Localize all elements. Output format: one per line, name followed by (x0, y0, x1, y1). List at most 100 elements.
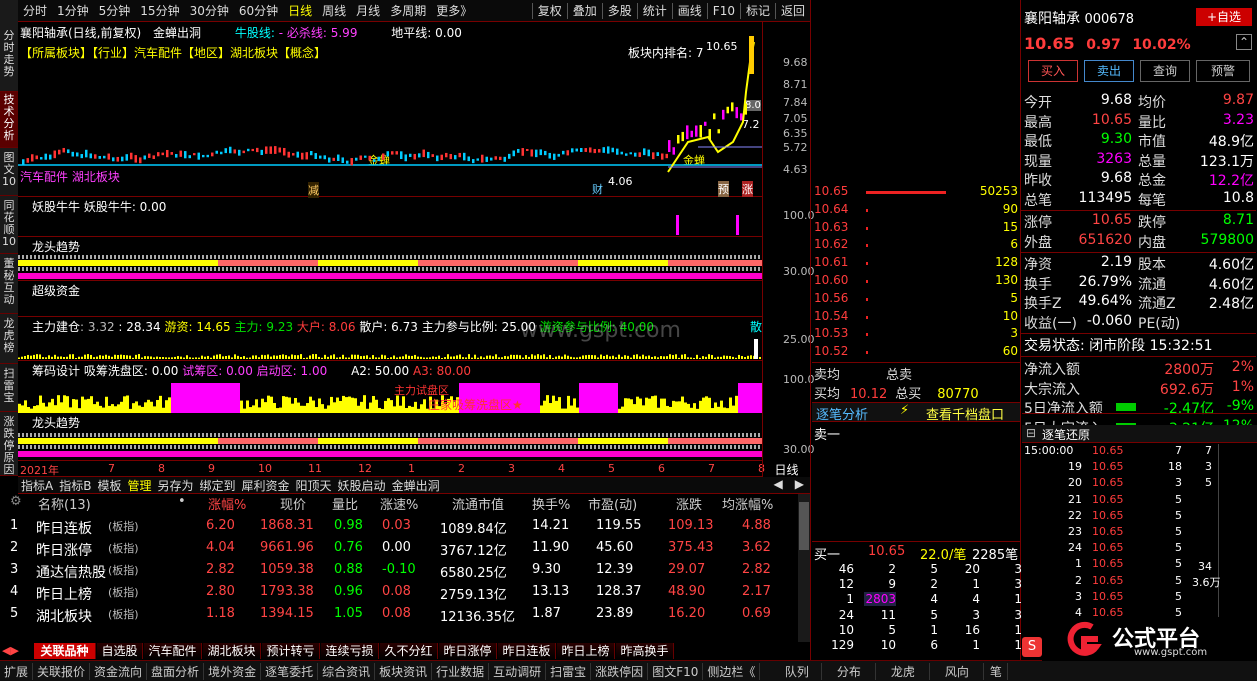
table-row[interactable]: 4 昨日上榜 (板指) 2.80 1793.38 0.96 0.08 2759.13亿 13.1… (0, 582, 798, 604)
tab-left-icon[interactable]: ◀▶ (2, 644, 19, 657)
status-hudong[interactable]: 互动调研 (489, 662, 547, 680)
table-row[interactable]: 5 湖北板块 (板指) 1.18 1394.15 1.05 0.08 12136.35亿 1.8… (0, 604, 798, 626)
panel-yaogu[interactable]: 妖股牛牛 妖股牛牛: 0.00 (18, 197, 762, 237)
ask-row[interactable]: 10.65 50253 (812, 184, 1020, 201)
status-saolei[interactable]: 扫雷宝 (546, 662, 592, 680)
bottom-tab[interactable]: 汽车配件 (144, 643, 202, 659)
panel-longtou-1[interactable]: 龙头趋势 (18, 237, 762, 281)
menu-daily[interactable]: 日线 (283, 2, 317, 19)
ask-row[interactable]: 10.56 5 (812, 291, 1020, 308)
status-guanlian[interactable]: 关联报价 (33, 662, 91, 680)
query-button[interactable]: 查询 (1140, 60, 1190, 82)
col-zhangdie[interactable]: 涨跌 (676, 494, 702, 513)
status-hangye[interactable]: 行业数据 (432, 662, 490, 680)
tool-saveas[interactable]: 另存为 (154, 477, 196, 493)
buy-button[interactable]: 买入 (1028, 60, 1078, 82)
ask-row[interactable]: 10.52 60 (812, 344, 1020, 361)
col-shiying[interactable]: 市盈(动) (588, 494, 637, 513)
col-huanshou[interactable]: 换手% (532, 494, 570, 513)
tool-b[interactable]: 指标B (56, 477, 94, 493)
col-liangbi[interactable]: 量比 (332, 494, 358, 513)
period-indicator[interactable]: 日线 (762, 461, 810, 477)
tool-yangding[interactable]: 阳顶天 (293, 477, 335, 493)
kline-panel[interactable]: 襄阳轴承(日线,前复权) 金蝉出洞 牛股线: - 必杀线: 5.99 地平线: … (18, 22, 762, 198)
collapse-square-icon[interactable]: ⊟ (1026, 426, 1036, 440)
bottom-tab[interactable]: 湖北板块 (203, 643, 261, 659)
menu-multi[interactable]: 多周期 (385, 2, 431, 19)
status-zonghe[interactable]: 综合资讯 (318, 662, 376, 680)
tool-template[interactable]: 模板 (94, 477, 124, 493)
ask-row[interactable]: 10.60 130 (812, 273, 1020, 290)
menu-tongji[interactable]: 统计 (638, 2, 672, 19)
menu-huaxian[interactable]: 画线 (673, 2, 707, 19)
menu-60min[interactable]: 60分钟 (234, 2, 283, 19)
bottom-tab[interactable]: 昨日涨停 (439, 643, 497, 659)
left-arrow-icon[interactable]: ◀ (768, 477, 789, 493)
col-junzhangfu[interactable]: 均涨幅% (722, 494, 773, 513)
panel-chouma[interactable]: 筹码设计 吸筹洗盘区: 0.00 试筹区: 0.00 启动区: 1.00 A2:… (18, 361, 762, 413)
menu-more[interactable]: 更多》 (431, 2, 477, 19)
tool-manage[interactable]: 管理 (124, 477, 154, 493)
sidetab-zhangdie[interactable]: 涨跌停原因 (0, 412, 18, 476)
qiandang-link[interactable]: 查看千档盘口 (926, 404, 1004, 423)
menu-fenshi[interactable]: 分时 (18, 2, 52, 19)
tool-yaogu[interactable]: 妖股启动 (335, 477, 389, 493)
table-scrollbar[interactable] (798, 494, 810, 642)
status-duilie[interactable]: 队列 (772, 662, 823, 680)
status-bi[interactable]: 笔 (984, 662, 1009, 680)
menu-diejia[interactable]: 叠加 (568, 2, 602, 19)
menu-fanhui[interactable]: 返回 (776, 2, 810, 19)
bottom-tab[interactable]: 昨高换手 (616, 643, 674, 659)
status-kuozhan[interactable]: 扩展 (0, 662, 34, 680)
tool-bind[interactable]: 绑定到 (197, 477, 239, 493)
col-zhangsu[interactable]: 涨速% (380, 494, 418, 513)
bottom-tab[interactable]: 预计转亏 (262, 643, 320, 659)
menu-1min[interactable]: 1分钟 (52, 2, 94, 19)
status-f10[interactable]: 图文F10 (648, 662, 704, 680)
sidetab-fenshi[interactable]: 分时走势 (0, 0, 18, 92)
table-row[interactable]: 3 通达信热股 (板指) 2.82 1059.38 0.88 -0.10 6580.25亿 9.… (0, 560, 798, 582)
col-price[interactable]: 现价 (280, 494, 306, 513)
menu-duogu[interactable]: 多股 (603, 2, 637, 19)
tool-a[interactable]: 指标A (18, 477, 56, 493)
col-shizhi[interactable]: 流通市值 (452, 494, 504, 513)
bottom-tab[interactable]: 关联品种 (34, 643, 96, 659)
collapse-icon[interactable]: ⌃ (1236, 34, 1252, 50)
menu-f10[interactable]: F10 (708, 4, 740, 18)
ask-row[interactable]: 10.61 128 (812, 255, 1020, 272)
menu-15min[interactable]: 15分钟 (135, 2, 184, 19)
col-name[interactable]: 名称(13) (38, 494, 91, 513)
bottom-tab[interactable]: 自选股 (97, 643, 143, 659)
ask-row[interactable]: 10.63 15 (812, 220, 1020, 237)
sidetab-jishu[interactable]: 技术分析 (0, 92, 18, 148)
sidetab-tuwen[interactable]: 图文10 (0, 148, 18, 196)
status-zhangting[interactable]: 涨跌停因 (591, 662, 649, 680)
menu-biaoji[interactable]: 标记 (741, 2, 775, 19)
zhubi-fenxi-link[interactable]: 逐笔分析 (816, 404, 868, 423)
col-zhangfu[interactable]: 涨幅% (208, 494, 246, 513)
sidetab-longhu[interactable]: 龙虎榜 (0, 314, 18, 364)
bottom-tab[interactable]: 久不分红 (380, 643, 438, 659)
ask-row[interactable]: 10.62 6 (812, 237, 1020, 254)
sidetab-tonghuashun[interactable]: 同花顺10 (0, 196, 18, 254)
menu-30min[interactable]: 30分钟 (185, 2, 234, 19)
status-fenbu[interactable]: 分布 (822, 662, 877, 680)
ask-row[interactable]: 10.53 3 (812, 326, 1020, 343)
menu-fuquan[interactable]: 复权 (533, 2, 567, 19)
status-fengxiang[interactable]: 风向 (930, 662, 985, 680)
status-bankuai[interactable]: 板块资讯 (375, 662, 433, 680)
status-panmian[interactable]: 盘面分析 (147, 662, 205, 680)
bottom-tab[interactable]: 昨日连板 (498, 643, 556, 659)
panel-longtou-2[interactable]: 龙头趋势 (18, 413, 762, 461)
menu-monthly[interactable]: 月线 (351, 2, 385, 19)
menu-weekly[interactable]: 周线 (317, 2, 351, 19)
status-longhu[interactable]: 龙虎 (876, 662, 931, 680)
s-icon[interactable]: S (1022, 637, 1042, 657)
add-watchlist-button[interactable]: +自选 (1196, 8, 1252, 26)
alert-button[interactable]: 预警 (1196, 60, 1250, 82)
table-row[interactable]: 1 昨日连板 (板指) 6.20 1868.31 0.98 0.03 1089.84亿 14.2… (0, 516, 798, 538)
right-arrow-icon[interactable]: ▶ (789, 477, 810, 493)
status-zijin[interactable]: 资金流向 (90, 662, 148, 680)
bottom-tab[interactable]: 昨日上榜 (557, 643, 615, 659)
tool-xili[interactable]: 犀利资金 (239, 477, 293, 493)
